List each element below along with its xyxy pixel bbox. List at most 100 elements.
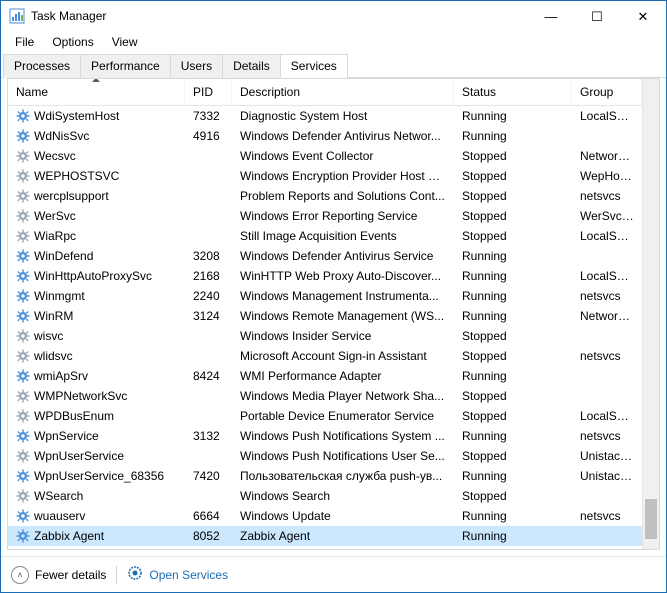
- service-row[interactable]: WEPHOSTSVCWindows Encryption Provider Ho…: [8, 166, 659, 186]
- tab-performance[interactable]: Performance: [80, 54, 171, 78]
- menubar: File Options View: [1, 31, 666, 53]
- service-row[interactable]: WinDefend3208Windows Defender Antivirus …: [8, 246, 659, 266]
- service-row[interactable]: Winmgmt2240Windows Management Instrument…: [8, 286, 659, 306]
- scroll-thumb[interactable]: [645, 499, 657, 539]
- service-row[interactable]: wercplsupport Problem Reports and Solutio…: [8, 186, 659, 206]
- service-description: Problem Reports and Solutions Cont...: [232, 189, 454, 203]
- titlebar[interactable]: Task Manager — ☐ ✕: [1, 1, 666, 31]
- service-name-cell: WpnUserService_68356: [8, 469, 185, 483]
- tab-services[interactable]: Services: [280, 54, 348, 78]
- minimize-button[interactable]: —: [528, 1, 574, 31]
- open-services-label: Open Services: [149, 568, 228, 582]
- gear-icon: [16, 409, 30, 423]
- service-status: Running: [454, 529, 572, 543]
- service-pid: 7420: [185, 469, 232, 483]
- service-row[interactable]: wisvcWindows Insider ServiceStopped: [8, 326, 659, 346]
- gear-icon: [16, 169, 30, 183]
- service-row[interactable]: WpnService3132Windows Push Notifications…: [8, 426, 659, 446]
- service-group: LocalServiceN...: [572, 269, 642, 283]
- service-name: WinDefend: [34, 249, 93, 263]
- service-status: Stopped: [454, 409, 572, 423]
- service-status: Stopped: [454, 149, 572, 163]
- maximize-button[interactable]: ☐: [574, 1, 620, 31]
- service-name: wisvc: [34, 329, 63, 343]
- service-description: Windows Search: [232, 489, 454, 503]
- service-group: UnistackSvcGr...: [572, 469, 642, 483]
- service-status: Stopped: [454, 449, 572, 463]
- service-row[interactable]: WSearchWindows SearchStopped: [8, 486, 659, 506]
- col-status[interactable]: Status: [454, 79, 572, 105]
- service-row[interactable]: wmiApSrv8424WMI Performance AdapterRunni…: [8, 366, 659, 386]
- separator: [116, 566, 117, 584]
- service-group: NetworkService: [572, 149, 642, 163]
- gear-icon: [16, 109, 30, 123]
- col-name[interactable]: Name: [8, 79, 185, 105]
- vertical-scrollbar[interactable]: [642, 79, 659, 549]
- menu-view[interactable]: View: [104, 33, 146, 51]
- service-group: netsvcs: [572, 509, 642, 523]
- service-group: NetworkService: [572, 309, 642, 323]
- tabbar: Processes Performance Users Details Serv…: [1, 53, 666, 78]
- menu-options[interactable]: Options: [44, 33, 101, 51]
- service-row[interactable]: WecsvcWindows Event CollectorStoppedNetw…: [8, 146, 659, 166]
- service-row[interactable]: WerSvcWindows Error Reporting ServiceSto…: [8, 206, 659, 226]
- service-name: WinHttpAutoProxySvc: [34, 269, 152, 283]
- service-group: LocalSystemN...: [572, 229, 642, 243]
- service-name: Winmgmt: [34, 289, 85, 303]
- service-status: Stopped: [454, 169, 572, 183]
- service-name-cell: WpnUserService: [8, 449, 185, 463]
- service-row[interactable]: WdNisSvc4916Windows Defender Antivirus N…: [8, 126, 659, 146]
- service-name-cell: WinHttpAutoProxySvc: [8, 269, 185, 283]
- task-manager-icon: [9, 8, 25, 24]
- service-description: Windows Push Notifications User Se...: [232, 449, 454, 463]
- service-pid: 8424: [185, 369, 232, 383]
- service-row[interactable]: WMPNetworkSvcWindows Media Player Networ…: [8, 386, 659, 406]
- service-status: Running: [454, 309, 572, 323]
- service-group: WerSvcGroup: [572, 209, 642, 223]
- col-pid[interactable]: PID: [185, 79, 232, 105]
- service-name-cell: WerSvc: [8, 209, 185, 223]
- tab-processes[interactable]: Processes: [3, 54, 81, 78]
- service-status: Running: [454, 249, 572, 263]
- service-row[interactable]: wlidsvcMicrosoft Account Sign-in Assista…: [8, 346, 659, 366]
- col-description[interactable]: Description: [232, 79, 454, 105]
- service-row[interactable]: WinHttpAutoProxySvc2168WinHTTP Web Proxy…: [8, 266, 659, 286]
- service-name-cell: WpnService: [8, 429, 185, 443]
- service-description: Windows Management Instrumenta...: [232, 289, 454, 303]
- service-row[interactable]: WpnUserService Windows Push Notifications…: [8, 446, 659, 466]
- gear-icon: [16, 129, 30, 143]
- service-name-cell: Winmgmt: [8, 289, 185, 303]
- service-row[interactable]: WiaRpcStill Image Acquisition EventsStop…: [8, 226, 659, 246]
- service-description: Still Image Acquisition Events: [232, 229, 454, 243]
- close-button[interactable]: ✕: [620, 1, 666, 31]
- col-group[interactable]: Group: [572, 79, 642, 105]
- gear-icon: [16, 149, 30, 163]
- fewer-details-label: Fewer details: [35, 568, 106, 582]
- service-group: LocalSystemN...: [572, 409, 642, 423]
- service-group: WepHostSvcG...: [572, 169, 642, 183]
- menu-file[interactable]: File: [7, 33, 42, 51]
- service-pid: 4916: [185, 129, 232, 143]
- service-row[interactable]: Zabbix Agent8052Zabbix AgentRunning: [8, 526, 659, 546]
- open-services-button[interactable]: Open Services: [127, 565, 228, 584]
- tab-details[interactable]: Details: [222, 54, 281, 78]
- gear-icon: [16, 509, 30, 523]
- service-row[interactable]: WPDBusEnumPortable Device Enumerator Ser…: [8, 406, 659, 426]
- service-row[interactable]: wuauserv6664Windows UpdateRunningnetsvcs: [8, 506, 659, 526]
- service-row[interactable]: WdiSystemHost7332Diagnostic System HostR…: [8, 106, 659, 126]
- fewer-details-button[interactable]: ˄ Fewer details: [11, 566, 106, 584]
- service-name-cell: WdiSystemHost: [8, 109, 185, 123]
- service-description: Diagnostic System Host: [232, 109, 454, 123]
- gear-icon: [16, 309, 30, 323]
- gear-icon: [16, 449, 30, 463]
- service-name: WpnUserService: [34, 449, 124, 463]
- tab-users[interactable]: Users: [170, 54, 223, 78]
- service-name-cell: WSearch: [8, 489, 185, 503]
- service-name: wercplsupport: [34, 189, 109, 203]
- service-row[interactable]: WinRM3124Windows Remote Management (WS..…: [8, 306, 659, 326]
- service-name: WMPNetworkSvc: [34, 389, 127, 403]
- service-name-cell: WdNisSvc: [8, 129, 185, 143]
- service-group: UnistackSvcGr...: [572, 449, 642, 463]
- service-pid: 3208: [185, 249, 232, 263]
- service-row[interactable]: WpnUserService_683567420Пользовательская…: [8, 466, 659, 486]
